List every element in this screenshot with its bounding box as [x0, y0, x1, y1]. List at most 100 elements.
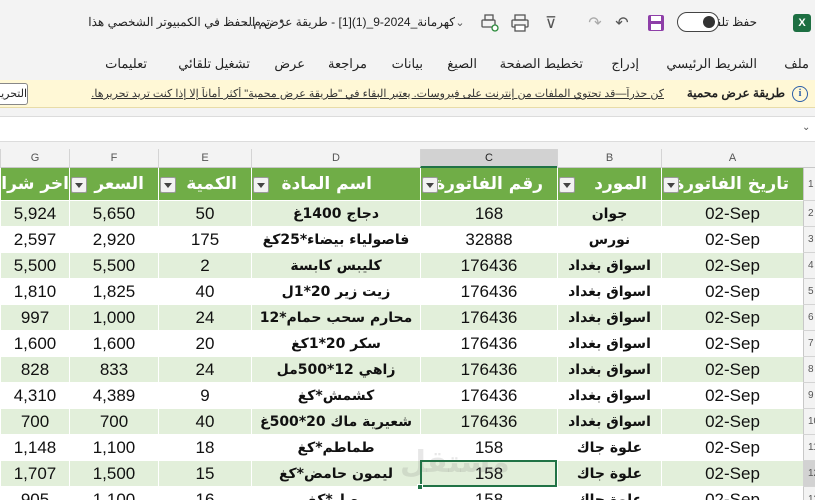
cell-last-purchase[interactable]: 1,600 — [0, 331, 69, 357]
cell-item-name[interactable]: سكر 20*1كغ — [251, 331, 420, 357]
tab-file[interactable]: ملف — [784, 56, 809, 72]
row-header[interactable]: 13 — [803, 487, 815, 500]
cell-last-purchase[interactable]: 1,148 — [0, 435, 69, 461]
expand-formula-bar-icon[interactable]: ⌄ — [802, 122, 810, 133]
cell-quantity[interactable]: 40 — [158, 409, 251, 435]
cell-invoice-date[interactable]: 02-Sep — [661, 409, 803, 435]
row-header[interactable]: 10 — [803, 409, 815, 435]
row-header[interactable]: 8 — [803, 357, 815, 383]
cell-invoice-date[interactable]: 02-Sep — [661, 487, 803, 500]
tab-help[interactable]: تعليمات — [105, 56, 147, 72]
tab-review[interactable]: مراجعة — [328, 56, 367, 72]
cell-item-name[interactable]: محارم سحب حمام*12 — [251, 305, 420, 331]
cell-supplier[interactable]: اسواق بغداد — [557, 383, 661, 409]
cell-supplier[interactable]: اسواق بغداد — [557, 253, 661, 279]
cell-price[interactable]: 1,100 — [69, 487, 158, 500]
cell-invoice-date[interactable]: 02-Sep — [661, 279, 803, 305]
cell-supplier[interactable]: علوة جاك — [557, 461, 661, 487]
cell-quantity[interactable]: 20 — [158, 331, 251, 357]
cell-item-name[interactable]: شعيرية ماك 20*500غ — [251, 409, 420, 435]
cell-item-name[interactable]: طماطم*كغ — [251, 435, 420, 461]
cell-last-purchase[interactable]: 2,597 — [0, 227, 69, 253]
tab-formulas[interactable]: الصيغ — [447, 56, 477, 72]
cell-supplier[interactable]: نورس — [557, 227, 661, 253]
formula-bar[interactable]: ⌄ — [0, 116, 815, 142]
filter-dropdown-d[interactable] — [253, 177, 269, 193]
row-header[interactable]: 9 — [803, 383, 815, 409]
row-header[interactable]: 3 — [803, 227, 815, 253]
cell-supplier[interactable]: اسواق بغداد — [557, 409, 661, 435]
cell-supplier[interactable]: علوة جاك — [557, 487, 661, 500]
print-icon[interactable] — [510, 13, 530, 33]
cell-invoice-number[interactable]: 158 — [420, 487, 557, 500]
row-header[interactable]: 6 — [803, 305, 815, 331]
cell-invoice-date[interactable]: 02-Sep — [661, 331, 803, 357]
cell-price[interactable]: 1,000 — [69, 305, 158, 331]
cell-invoice-number[interactable]: 176436 — [420, 383, 557, 409]
cell-invoice-number[interactable]: 176436 — [420, 305, 557, 331]
cell-item-name[interactable]: كشمش*كغ — [251, 383, 420, 409]
cell-invoice-date[interactable]: 02-Sep — [661, 201, 803, 227]
fill-handle[interactable] — [417, 484, 423, 490]
row-header[interactable]: 11 — [803, 435, 815, 461]
cell-invoice-date[interactable]: 02-Sep — [661, 253, 803, 279]
protected-view-message[interactable]: كن حذراً—قد تحتوي الملفات من إنترنت على … — [38, 87, 664, 100]
cell-quantity[interactable]: 9 — [158, 383, 251, 409]
column-header-e[interactable]: E — [158, 149, 251, 168]
row-header[interactable]: 4 — [803, 253, 815, 279]
cell-price[interactable]: 700 — [69, 409, 158, 435]
cell-invoice-number[interactable]: 168 — [420, 201, 557, 227]
cell-quantity[interactable]: 40 — [158, 279, 251, 305]
cell-invoice-number[interactable]: 176436 — [420, 253, 557, 279]
cell-price[interactable]: 1,600 — [69, 331, 158, 357]
cell-last-purchase[interactable]: 5,500 — [0, 253, 69, 279]
cell-invoice-date[interactable]: 02-Sep — [661, 461, 803, 487]
cell-invoice-date[interactable]: 02-Sep — [661, 305, 803, 331]
cell-item-name[interactable]: بصل*كغ — [251, 487, 420, 500]
cell-last-purchase[interactable]: 997 — [0, 305, 69, 331]
cell-quantity[interactable]: 175 — [158, 227, 251, 253]
cell-invoice-number[interactable]: 176436 — [420, 279, 557, 305]
cell-price[interactable]: 1,500 — [69, 461, 158, 487]
cell-price[interactable]: 833 — [69, 357, 158, 383]
cell-invoice-date[interactable]: 02-Sep — [661, 357, 803, 383]
cell-quantity[interactable]: 24 — [158, 357, 251, 383]
cell-quantity[interactable]: 15 — [158, 461, 251, 487]
column-header-c[interactable]: C — [420, 149, 557, 168]
cell-supplier[interactable]: اسواق بغداد — [557, 357, 661, 383]
enable-editing-button[interactable]: تمكين التحرير — [0, 83, 28, 105]
cell-last-purchase[interactable]: 4,310 — [0, 383, 69, 409]
row-header[interactable]: 12 — [803, 461, 815, 487]
cell-price[interactable]: 5,650 — [69, 201, 158, 227]
excel-logo-icon[interactable]: X — [793, 14, 811, 32]
tab-automate[interactable]: تشغيل تلقائي — [178, 56, 250, 72]
cell-quantity[interactable]: 24 — [158, 305, 251, 331]
document-title[interactable]: كهرمانة_2024-9_(1)[1] - طريقة عرض م... — [243, 15, 455, 29]
filter-dropdown-f[interactable] — [71, 177, 87, 193]
row-header[interactable]: 5 — [803, 279, 815, 305]
column-header-f[interactable]: F — [69, 149, 158, 168]
cell-supplier[interactable]: اسواق بغداد — [557, 331, 661, 357]
cell-invoice-date[interactable]: 02-Sep — [661, 227, 803, 253]
cell-item-name[interactable]: كليبس كابسة — [251, 253, 420, 279]
cell-invoice-number[interactable]: 176436 — [420, 357, 557, 383]
row-header[interactable]: 1 — [803, 168, 815, 201]
cell-price[interactable]: 1,100 — [69, 435, 158, 461]
filter-dropdown-a[interactable] — [663, 177, 679, 193]
cell-last-purchase[interactable]: 1,810 — [0, 279, 69, 305]
tab-data[interactable]: بيانات — [392, 56, 423, 72]
cell-invoice-number[interactable]: 32888 — [420, 227, 557, 253]
autosave-toggle[interactable] — [677, 12, 719, 32]
cell-invoice-date[interactable]: 02-Sep — [661, 435, 803, 461]
tab-page-layout[interactable]: تخطيط الصفحة — [500, 56, 583, 72]
column-header-b[interactable]: B — [557, 149, 661, 168]
undo-icon[interactable]: ↶ — [612, 13, 632, 33]
cell-item-name[interactable]: دجاج 1400غ — [251, 201, 420, 227]
cell-supplier[interactable]: اسواق بغداد — [557, 305, 661, 331]
cell-invoice-number[interactable]: 176436 — [420, 409, 557, 435]
cell-last-purchase[interactable]: 828 — [0, 357, 69, 383]
cell-price[interactable]: 5,500 — [69, 253, 158, 279]
cell-price[interactable]: 4,389 — [69, 383, 158, 409]
tab-insert[interactable]: إدراج — [611, 56, 639, 72]
cell-last-purchase[interactable]: 1,707 — [0, 461, 69, 487]
